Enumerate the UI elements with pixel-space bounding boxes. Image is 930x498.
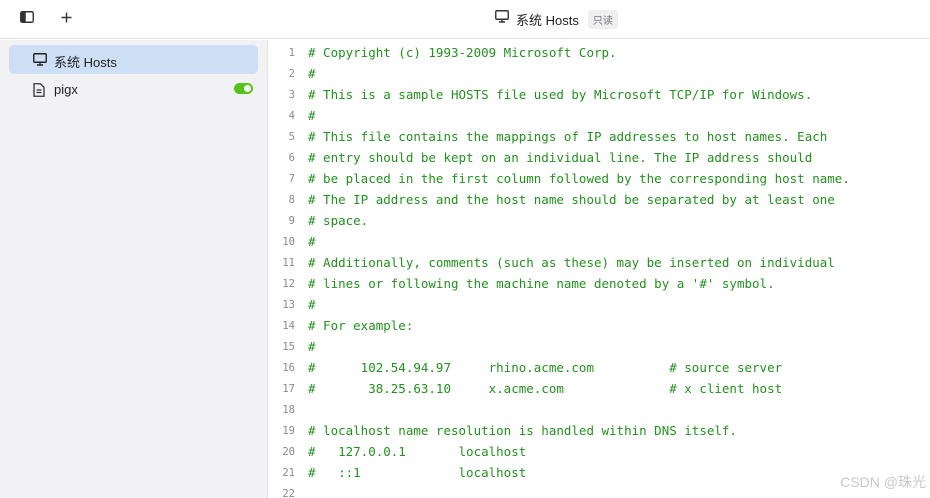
- line-number: 6: [288, 152, 295, 164]
- sidebar-item-system-hosts[interactable]: 系统 Hosts: [9, 45, 258, 74]
- line-number: 20: [282, 446, 295, 458]
- code-text: # Copyright (c) 1993-2009 Microsoft Corp…: [308, 45, 617, 60]
- top-bar: 系统 Hosts 只读: [0, 0, 930, 39]
- file-icon: [33, 83, 47, 97]
- line-number: 5: [288, 131, 295, 143]
- line-number: 11: [282, 257, 295, 269]
- sidebar: 系统 Hosts pigx: [0, 40, 268, 498]
- code-text: # This file contains the mappings of IP …: [308, 129, 828, 144]
- code-text: # localhost name resolution is handled w…: [308, 423, 737, 438]
- sidebar-item-pigx[interactable]: pigx: [9, 75, 258, 104]
- code-line: 13 #: [269, 295, 930, 316]
- code-line: 21 # ::1 localhost: [269, 463, 930, 484]
- code-line: 7 # be placed in the first column followe…: [269, 169, 930, 190]
- window-title-text: 系统 Hosts: [516, 12, 579, 28]
- code-line: 17 # 38.25.63.10 x.acme.com # x client ho…: [269, 379, 930, 400]
- line-number: 2: [288, 68, 295, 80]
- line-number: 15: [282, 341, 295, 353]
- sidebar-icon: [20, 10, 34, 28]
- code-line: 4 #: [269, 106, 930, 127]
- code-text: #: [308, 66, 316, 81]
- hosts-editor[interactable]: 1 # Copyright (c) 1993-2009 Microsoft Cor…: [269, 40, 930, 498]
- code-line: 5 # This file contains the mappings of IP…: [269, 127, 930, 148]
- line-number: 16: [282, 362, 295, 374]
- code-text: # lines or following the machine name de…: [308, 276, 775, 291]
- watermark: CSDN @珠光: [840, 474, 926, 490]
- code-line: 19 # localhost name resolution is handled…: [269, 421, 930, 442]
- line-number: 14: [282, 320, 295, 332]
- code-line: 1 # Copyright (c) 1993-2009 Microsoft Cor…: [269, 43, 930, 64]
- line-number: 21: [282, 467, 295, 479]
- line-number: 17: [282, 383, 295, 395]
- line-number: 12: [282, 278, 295, 290]
- line-number: 7: [288, 173, 295, 185]
- code-line: 20 # 127.0.0.1 localhost: [269, 442, 930, 463]
- line-number: 13: [282, 299, 295, 311]
- code-line: 10 #: [269, 232, 930, 253]
- add-host-button[interactable]: [54, 8, 78, 30]
- code-text: # 102.54.94.97 rhino.acme.com # source s…: [308, 360, 783, 375]
- code-text: # 127.0.0.1 localhost: [308, 444, 527, 459]
- code-text: # be placed in the first column followed…: [308, 171, 850, 186]
- line-number: 1: [288, 47, 295, 59]
- code-text: #: [308, 234, 316, 249]
- toggle-knob: [244, 85, 251, 92]
- code-text: # ::1 localhost: [308, 465, 527, 480]
- code-line: 11 # Additionally, comments (such as thes…: [269, 253, 930, 274]
- code-line: 14 # For example:: [269, 316, 930, 337]
- code-line: 3 # This is a sample HOSTS file used by M…: [269, 85, 930, 106]
- code-line: 2 #: [269, 64, 930, 85]
- read-only-badge: 只读: [587, 9, 618, 29]
- window-title: 系统 Hosts 只读: [495, 9, 618, 29]
- line-number: 4: [288, 110, 295, 122]
- enable-toggle[interactable]: [234, 83, 253, 94]
- code-text: #: [308, 297, 316, 312]
- monitor-icon: [33, 53, 47, 67]
- code-text: # This is a sample HOSTS file used by Mi…: [308, 87, 813, 102]
- code-line: 22: [269, 484, 930, 498]
- sidebar-item-label: 系统 Hosts: [54, 55, 117, 70]
- line-number: 10: [282, 236, 295, 248]
- plus-icon: [61, 10, 72, 28]
- line-number: 8: [288, 194, 295, 206]
- line-number: 19: [282, 425, 295, 437]
- code-text: # Additionally, comments (such as these)…: [308, 255, 835, 270]
- code-line: 15 #: [269, 337, 930, 358]
- sidebar-toggle-button[interactable]: [15, 8, 39, 30]
- line-number: 22: [282, 488, 295, 498]
- code-line: 9 # space.: [269, 211, 930, 232]
- monitor-icon: [495, 10, 509, 28]
- code-text: # For example:: [308, 318, 414, 333]
- code-text: # 38.25.63.10 x.acme.com # x client host: [308, 381, 783, 396]
- code-text: #: [308, 339, 316, 354]
- code-line: 8 # The IP address and the host name shou…: [269, 190, 930, 211]
- code-line: 16 # 102.54.94.97 rhino.acme.com # source…: [269, 358, 930, 379]
- code-line: 12 # lines or following the machine name …: [269, 274, 930, 295]
- code-line: 6 # entry should be kept on an individual…: [269, 148, 930, 169]
- code-line: 18: [269, 400, 930, 421]
- line-number: 18: [282, 404, 295, 416]
- code-text: # The IP address and the host name shoul…: [308, 192, 835, 207]
- sidebar-item-label: pigx: [54, 82, 78, 97]
- code-text: # space.: [308, 213, 369, 228]
- code-text: #: [308, 108, 316, 123]
- line-number: 9: [288, 215, 295, 227]
- code-text: # entry should be kept on an individual …: [308, 150, 813, 165]
- line-number: 3: [288, 89, 295, 101]
